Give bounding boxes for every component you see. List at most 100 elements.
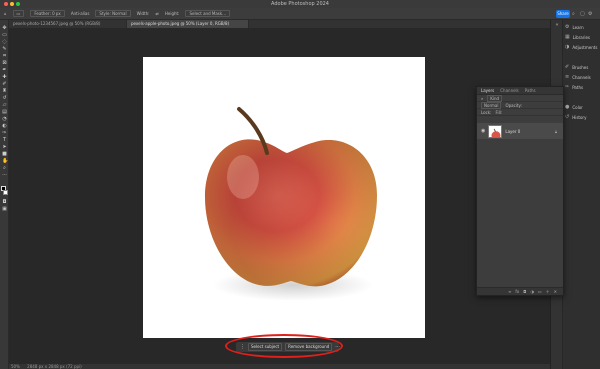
paths-icon: ✑ [565,84,570,90]
gear-icon[interactable]: ⚙ [588,11,594,17]
quick-select-tool-icon[interactable]: ✎ [2,47,7,52]
window-title: Adobe Photoshop 2024 [271,1,329,7]
quick-mask-icon[interactable]: ◘ [2,200,7,205]
screen-mode-icon[interactable]: ▣ [2,207,7,212]
pen-tool-icon[interactable]: ✑ [2,131,7,136]
history-brush-tool-icon[interactable]: ↺ [2,96,7,101]
dock-item-label: Paths [572,85,584,90]
blend-mode-select[interactable]: Normal [481,101,502,109]
document-info: 2848 px x 2848 px (72 ppi) [27,364,82,369]
trash-icon[interactable]: ✕ [554,289,557,294]
anti-alias-checkbox[interactable]: Anti-alias [71,11,90,16]
width-label: Width: [136,11,150,16]
document-canvas[interactable] [143,57,425,338]
lock-icon: 🔒︎ [554,128,557,134]
tab-channels[interactable]: Channels [500,88,519,93]
move-tool-icon[interactable]: ✥ [2,26,7,31]
collapse-dock-icon[interactable]: « [554,22,560,28]
healing-brush-tool-icon[interactable]: ✚ [2,75,7,80]
search-icon[interactable]: ⌕ [481,96,483,101]
group-icon[interactable]: ▭ [538,289,542,294]
opacity-label: Opacity: [505,102,522,108]
color-icon: ● [565,104,570,110]
history-icon: ↺ [565,114,570,120]
annotation-highlight-ring [225,334,343,358]
swatches-icon: ▦ [565,34,570,40]
dock-item-brushes[interactable]: ✐ Brushes [565,64,588,71]
tab-document-1[interactable]: pexels-photo-1234567.jpeg @ 50% (RGB/8) [9,20,127,28]
dock-item-label: Brushes [572,65,589,70]
link-layers-icon[interactable]: ∞ [508,289,511,294]
eraser-tool-icon[interactable]: ▱ [2,103,7,108]
lasso-tool-icon[interactable]: ◌ [2,40,7,45]
document-tabs: pexels-photo-1234567.jpeg @ 50% (RGB/8) … [9,20,550,28]
dock-item-label: History [572,115,587,120]
visibility-eye-icon[interactable]: ◉ [481,128,485,134]
brush-icon: ✐ [565,64,570,70]
hand-tool-icon[interactable]: ✋ [2,159,8,164]
title-bar: Adobe Photoshop 2024 [0,0,600,8]
eyedropper-tool-icon[interactable]: ✒ [2,68,7,73]
swap-icon[interactable]: ⇄ [156,11,159,16]
apple-highlight [227,155,259,199]
tab-layers[interactable]: Layers [481,88,494,93]
feather-field[interactable]: Feather: 0 px [30,10,65,17]
layer-name[interactable]: Layer 0 [505,129,520,134]
lock-row: Lock: Fill: [477,109,563,116]
layers-panel: Layers Channels Paths ⌕ Kind Normal Opac… [476,86,564,296]
style-select[interactable]: Style: Normal [95,10,131,17]
dock-item-label: Libraries [572,35,591,40]
workspace-icon[interactable]: ▢ [580,11,586,17]
crop-tool-icon[interactable]: ⌗ [2,54,7,59]
path-select-tool-icon[interactable]: ➤ [2,145,7,150]
layer-thumbnail [488,124,503,138]
blend-row: Normal Opacity: [477,101,563,109]
blur-tool-icon[interactable]: ◔ [2,117,7,122]
layer-row[interactable]: ◉ Layer 0 🔒︎ [477,123,563,139]
dock-item-label: Learn [572,25,584,30]
brush-tool-icon[interactable]: ✐ [2,82,7,87]
dock-item-label: Color [572,105,583,110]
dodge-tool-icon[interactable]: ◐ [2,124,7,129]
artboard-tool-icon[interactable]: ▭ [2,33,7,38]
search-icon[interactable]: ⌕ [572,11,578,17]
apple-photo [205,107,377,301]
mask-icon[interactable]: ◘ [523,289,526,294]
channels-icon: ≡ [565,74,570,80]
fx-icon[interactable]: fx [515,289,519,294]
canvas-workspace[interactable] [9,28,550,364]
dock-item-history[interactable]: ↺ History [565,114,586,121]
select-and-mask-button[interactable]: Select and Mask... [185,10,230,17]
marquee-tool-preset[interactable]: ▭ [12,10,25,17]
fill-label: Fill: [495,109,503,115]
dock-item-learn[interactable]: ⚙ Learn [565,24,584,31]
adjust-icon: ◑ [565,44,570,50]
dock-item-adjustments[interactable]: ◑ Adjustments [565,44,597,51]
gradient-tool-icon[interactable]: ▤ [2,110,7,115]
rectangle-tool-icon[interactable]: ■ [2,152,7,157]
kind-filter-select[interactable]: Kind [487,94,503,102]
status-bar: 50% 2848 px x 2848 px (72 ppi) [9,364,550,369]
dock-item-libraries[interactable]: ▦ Libraries [565,34,590,41]
zoom-level[interactable]: 50% [11,364,20,369]
dock-item-paths[interactable]: ✑ Paths [565,84,583,91]
frame-tool-icon[interactable]: ⊠ [2,61,7,66]
dock-item-label: Channels [572,75,591,80]
more-tools-icon[interactable]: ··· [2,173,7,178]
adjustment-layer-icon[interactable]: ◑ [530,289,534,294]
zoom-tool-icon[interactable]: ⌕ [2,166,7,171]
apple-shading [205,139,377,287]
tab-document-2[interactable]: pexels-apple-photo.jpeg @ 50% (Layer 0, … [127,20,249,28]
dock-item-color[interactable]: ● Color [565,104,583,111]
options-bar: ⌂ ▭ Feather: 0 px Anti-alias Style: Norm… [0,8,600,20]
dock-item-channels[interactable]: ≡ Channels [565,74,591,81]
type-tool-icon[interactable]: T [2,138,7,143]
layers-panel-footer: ∞ fx ◘ ◑ ▭ ＋ ✕ [477,287,563,295]
tab-paths[interactable]: Paths [525,88,536,93]
clone-stamp-tool-icon[interactable]: ♜ [2,89,7,94]
height-label: Height: [164,11,180,16]
home-icon[interactable]: ⌂ [4,11,7,16]
new-layer-icon[interactable]: ＋ [546,289,550,295]
share-button[interactable]: Share [556,10,570,18]
background-color-swatch[interactable] [3,190,8,195]
